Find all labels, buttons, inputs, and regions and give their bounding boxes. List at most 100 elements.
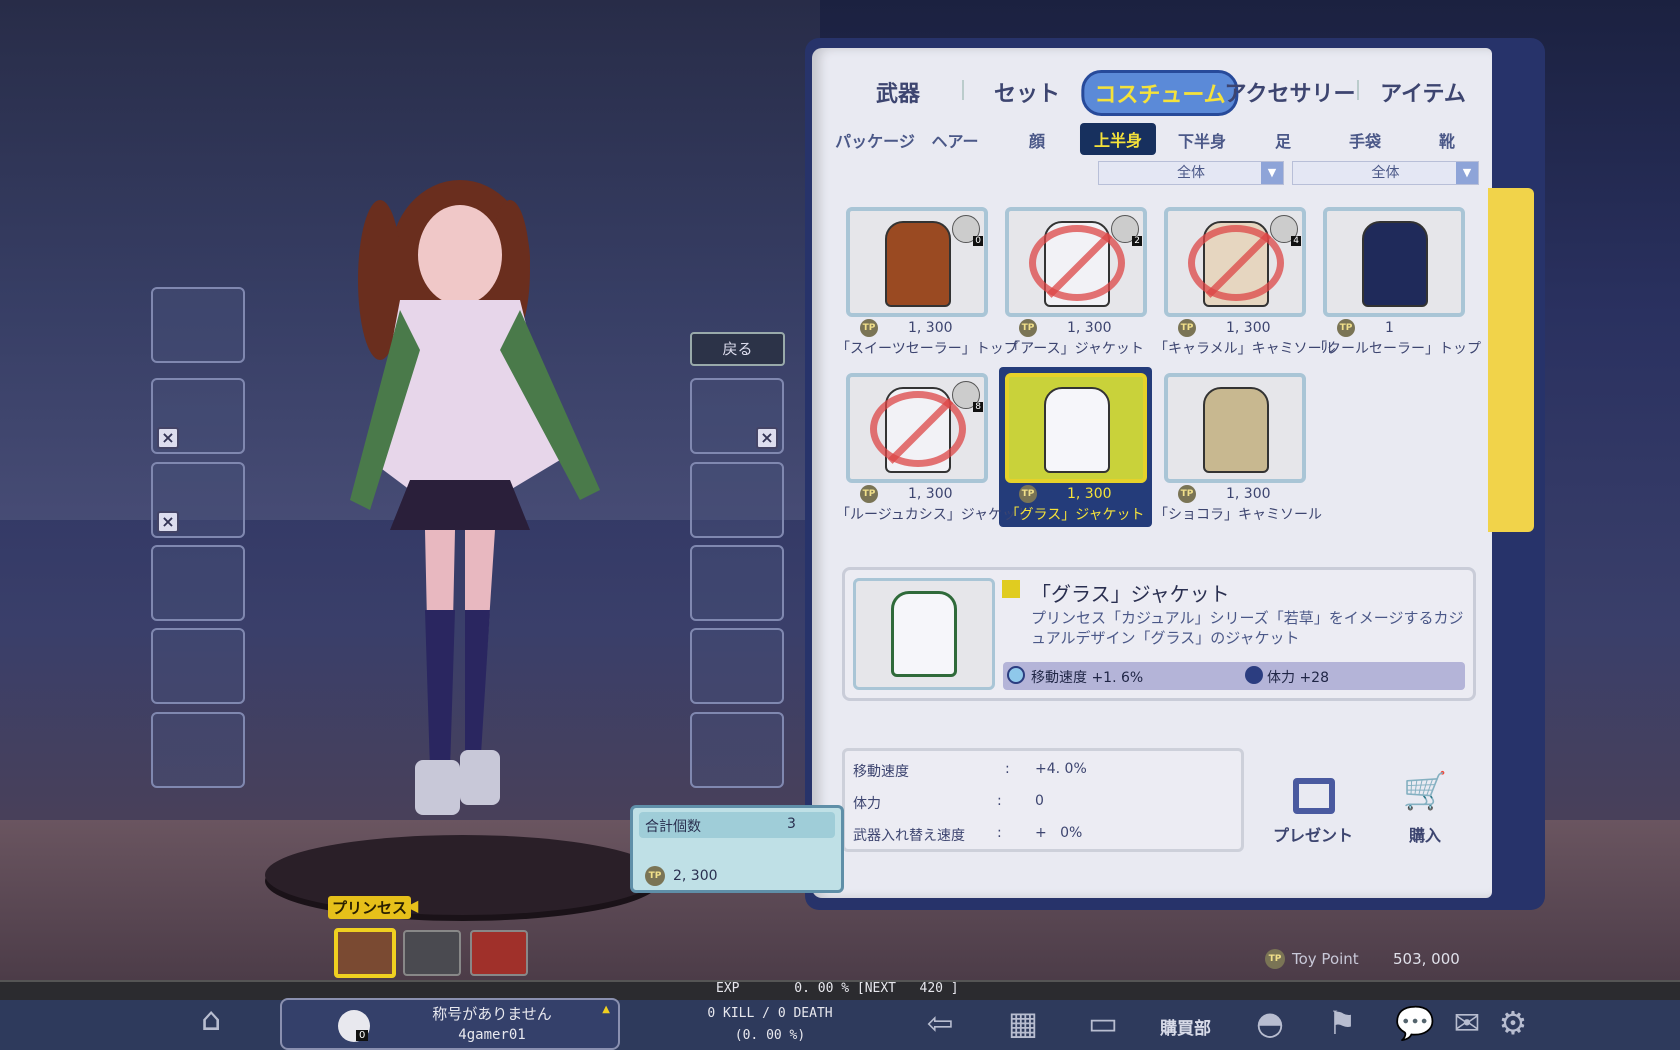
equip-slot-hair[interactable]: ×: [151, 378, 245, 454]
speaker-icon[interactable]: ◀: [406, 896, 418, 915]
item-stat-speed: 移動速度 +1. 6%: [1031, 670, 1144, 686]
filter-dropdown-2[interactable]: 全体 ▼: [1292, 161, 1479, 185]
cart-count-label: 合計個数: [645, 819, 701, 835]
calendar-icon[interactable]: ▦: [998, 1004, 1048, 1042]
unavailable-icon: [1188, 225, 1284, 301]
subtab-gloves[interactable]: 手袋: [1349, 128, 1381, 152]
item-price: TP 1, 300: [860, 485, 1010, 503]
remove-icon[interactable]: ×: [756, 427, 778, 449]
subtab-feet[interactable]: 足: [1275, 128, 1291, 152]
item-card[interactable]: [1164, 373, 1306, 483]
filter-value: 全体: [1371, 165, 1400, 181]
buy-label: 購入: [1408, 826, 1441, 845]
subtab-package[interactable]: パッケージ: [835, 128, 915, 152]
equip-slot-r3[interactable]: [690, 545, 784, 621]
character-model[interactable]: [330, 160, 650, 880]
tab-set[interactable]: セット: [994, 76, 1060, 108]
item-stat-stamina: 体力 +28: [1267, 670, 1329, 686]
equip-slot-top[interactable]: ×: [151, 462, 245, 538]
helmet-icon[interactable]: ◓: [1245, 1004, 1295, 1042]
present-label: プレゼント: [1272, 826, 1353, 845]
character-portrait-princess[interactable]: [334, 928, 396, 978]
equip-slot-4[interactable]: [151, 545, 245, 621]
expand-icon[interactable]: ▲: [602, 1004, 610, 1015]
remove-icon[interactable]: ×: [157, 427, 179, 449]
item-name: 「グラス」ジャケット: [1005, 507, 1145, 523]
colon: :: [997, 793, 1002, 809]
tab-weapons[interactable]: 武器: [876, 76, 920, 108]
item-card[interactable]: 0: [846, 207, 988, 317]
folder-icon[interactable]: ▭: [1078, 1004, 1128, 1042]
total-stat-label: 体力: [853, 796, 881, 812]
tab-costume[interactable]: コスチューム: [1081, 70, 1239, 116]
buy-button[interactable]: 🛒 購入: [1385, 770, 1465, 850]
total-stat-value: + 0%: [1035, 825, 1083, 841]
tp-icon: TP: [1337, 319, 1355, 337]
chat-icon[interactable]: 💬: [1390, 1004, 1440, 1042]
mail-icon[interactable]: ✉: [1442, 1004, 1492, 1042]
equip-slot-1[interactable]: [151, 287, 245, 363]
character-class-label: プリンセス: [328, 896, 412, 919]
subtab-lower-body[interactable]: 下半身: [1178, 128, 1226, 152]
item-name: 「キャラメル」キャミソール: [1154, 341, 1336, 357]
equip-slot-r2[interactable]: [690, 462, 784, 538]
home-icon[interactable]: ⌂: [186, 1000, 236, 1038]
tp-icon: TP: [860, 319, 878, 337]
rank-badge-value: 4: [1291, 236, 1301, 246]
item-image: [1203, 387, 1269, 473]
item-price: TP 1, 300: [1178, 319, 1328, 337]
item-price: TP 1, 300: [1178, 485, 1328, 503]
subtab-face[interactable]: 顔: [1029, 128, 1045, 152]
item-card[interactable]: [1323, 207, 1465, 317]
item-name: 「クールセーラー」トップ: [1313, 341, 1481, 357]
player-title: 称号がありません: [432, 1005, 552, 1023]
chevron-down-icon: ▼: [1456, 162, 1478, 184]
tab-item[interactable]: アイテム: [1380, 76, 1466, 108]
divider: [1357, 80, 1359, 100]
gift-icon: [1293, 778, 1335, 814]
item-card[interactable]: 8: [846, 373, 988, 483]
item-card[interactable]: 4: [1164, 207, 1306, 317]
tp-icon: TP: [860, 485, 878, 503]
rank-badge-icon: 8: [952, 381, 983, 412]
item-image: [885, 221, 951, 307]
subtab-hair[interactable]: ヘアー: [931, 128, 978, 152]
toy-point-value: 503, 000: [1393, 950, 1460, 968]
stamina-icon: [1245, 666, 1263, 684]
equip-slot-6[interactable]: [151, 712, 245, 788]
present-button[interactable]: プレゼント: [1268, 770, 1358, 850]
back-button[interactable]: 戻る: [690, 332, 785, 366]
bookmark-tab[interactable]: [1488, 188, 1534, 532]
gear-icon[interactable]: ⚙: [1488, 1004, 1538, 1042]
back-arrow-icon[interactable]: ⇦: [915, 1004, 965, 1042]
filter-dropdown-1[interactable]: 全体 ▼: [1098, 161, 1284, 185]
item-card[interactable]: [1005, 373, 1147, 483]
tab-accessory[interactable]: アクセサリー: [1225, 76, 1356, 108]
kill-death: 0 KILL / 0 DEATH: [707, 1006, 833, 1021]
item-detail-description: プリンセス「カジュアル」シリーズ「若草」をイメージするカジュアルデザイン「グラス…: [1031, 609, 1464, 647]
cart-icon: 🛒: [1402, 771, 1448, 812]
total-stat-label: 武器入れ替え速度: [853, 828, 965, 844]
player-info-panel[interactable]: 0 称号がありません 4gamer01 ▲: [280, 998, 620, 1050]
cart-summary: 合計個数 3 TP 2, 300: [630, 805, 844, 893]
total-stats-panel: 移動速度 : +4. 0% 体力 : 0 武器入れ替え速度 : + 0%: [842, 748, 1244, 852]
shop-button[interactable]: 購買部: [1160, 1014, 1211, 1039]
equip-slot-face[interactable]: ×: [690, 378, 784, 454]
item-name: 「ルージュカシス」ジャケット: [836, 507, 1031, 523]
total-stat-label: 移動速度: [853, 764, 909, 780]
character-portrait-3[interactable]: [470, 930, 528, 976]
subtab-upper-body[interactable]: 上半身: [1079, 123, 1157, 155]
equip-slot-r4[interactable]: [690, 628, 784, 704]
rank-badge-icon: 2: [1111, 215, 1142, 246]
character-portrait-2[interactable]: [403, 930, 461, 976]
item-card[interactable]: 2: [1005, 207, 1147, 317]
chevron-down-icon: ▼: [1261, 162, 1283, 184]
equip-slot-5[interactable]: [151, 628, 245, 704]
remove-icon[interactable]: ×: [157, 511, 179, 533]
equip-slot-r5[interactable]: [690, 712, 784, 788]
tp-icon: TP: [1178, 485, 1196, 503]
item-price-value: 1, 300: [908, 486, 953, 502]
subtab-shoes[interactable]: 靴: [1439, 128, 1455, 152]
flag-icon[interactable]: ⚑: [1317, 1004, 1367, 1042]
kill-ratio: (0. 00 %): [734, 1028, 806, 1043]
